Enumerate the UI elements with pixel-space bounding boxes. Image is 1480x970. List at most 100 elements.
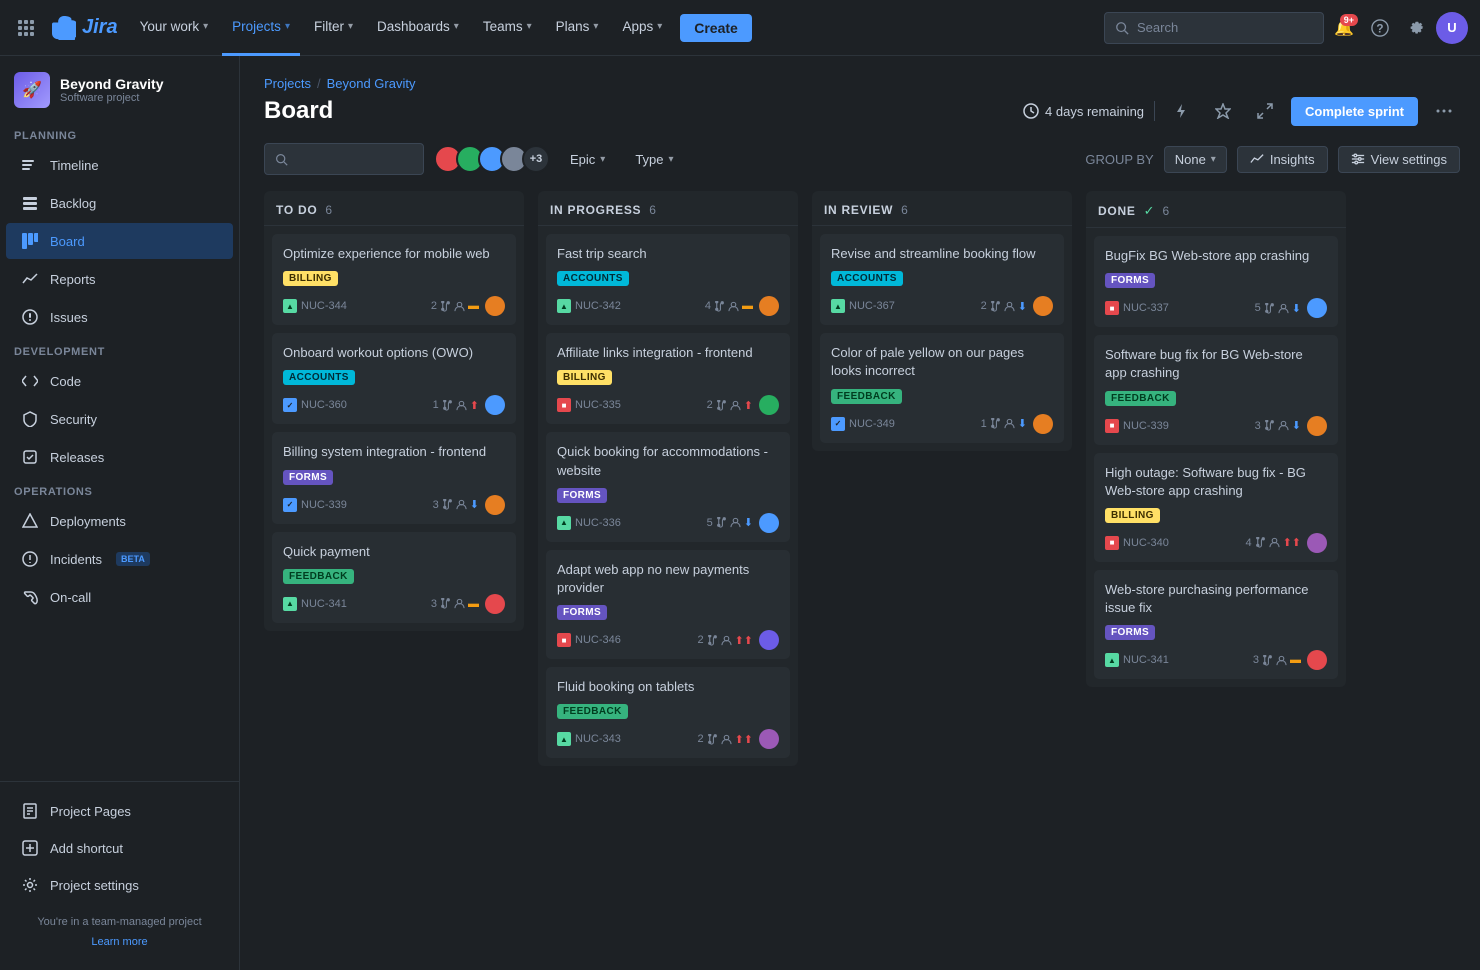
issues-icon xyxy=(20,307,40,327)
card-type-icon: ■ xyxy=(1105,419,1119,433)
sidebar-item-timeline[interactable]: Timeline xyxy=(6,147,233,183)
column-header-inreview: IN REVIEW 6 xyxy=(812,191,1072,226)
settings-icon[interactable] xyxy=(1400,12,1432,44)
table-row[interactable]: Web-store purchasing performance issue f… xyxy=(1094,570,1338,679)
card-tag: BILLING xyxy=(557,370,612,385)
branch-icon xyxy=(716,400,727,411)
sidebar-item-addshortcut[interactable]: Add shortcut xyxy=(6,830,233,866)
column-count: 6 xyxy=(901,203,908,217)
column-todo: TO DO 6 Optimize experience for mobile w… xyxy=(264,191,524,631)
sidebar-item-incidents[interactable]: Incidents BETA xyxy=(6,541,233,577)
nav-apps[interactable]: Apps ▾ xyxy=(612,0,672,56)
type-filter[interactable]: Type ▾ xyxy=(625,147,683,172)
card-tag: FEEDBACK xyxy=(557,704,628,719)
sidebar-item-code[interactable]: Code xyxy=(6,363,233,399)
card-count: 2 xyxy=(431,300,437,312)
security-icon xyxy=(20,409,40,429)
insights-icon xyxy=(1250,152,1264,166)
board-search-input[interactable] xyxy=(294,152,394,167)
nav-teams[interactable]: Teams ▾ xyxy=(473,0,542,56)
board-search[interactable] xyxy=(264,143,424,175)
table-row[interactable]: Quick booking for accommodations - websi… xyxy=(546,432,790,541)
table-row[interactable]: Revise and streamline booking flow ACCOU… xyxy=(820,234,1064,325)
column-title: TO DO xyxy=(276,203,317,217)
sidebar-item-reports[interactable]: Reports xyxy=(6,261,233,297)
sidebar-item-releases[interactable]: Releases xyxy=(6,439,233,475)
table-row[interactable]: BugFix BG Web-store app crashing FORMS ■… xyxy=(1094,236,1338,327)
card-id: NUC-342 xyxy=(575,300,621,312)
sidebar: 🚀 Beyond Gravity Software project PLANNI… xyxy=(0,56,240,970)
sidebar-item-issues[interactable]: Issues xyxy=(6,299,233,335)
table-row[interactable]: Quick payment FEEDBACK ▲ NUC-341 3 ▬ xyxy=(272,532,516,623)
card-tag: FORMS xyxy=(557,605,607,620)
table-row[interactable]: Billing system integration - frontend FO… xyxy=(272,432,516,523)
nav-projects[interactable]: Projects ▾ xyxy=(222,0,300,56)
table-row[interactable]: Software bug fix for BG Web-store app cr… xyxy=(1094,335,1338,444)
card-count: 3 xyxy=(431,598,437,610)
sidebar-item-backlog[interactable]: Backlog xyxy=(6,185,233,221)
done-check-icon: ✓ xyxy=(1144,203,1155,219)
create-button[interactable]: Create xyxy=(680,14,752,42)
branch-icon xyxy=(716,517,727,528)
table-row[interactable]: Color of pale yellow on our pages looks … xyxy=(820,333,1064,442)
sidebar-item-board[interactable]: Board xyxy=(6,223,233,259)
toolbar: +3 Epic ▾ Type ▾ GROUP BY None ▾ Insight… xyxy=(264,143,1460,175)
star-button[interactable] xyxy=(1207,95,1239,127)
table-row[interactable]: Fast trip search ACCOUNTS ▲ NUC-342 4 ▬ xyxy=(546,234,790,325)
card-tag: FORMS xyxy=(1105,625,1155,640)
user-avatar[interactable]: U xyxy=(1436,12,1468,44)
nav-plans[interactable]: Plans ▾ xyxy=(546,0,609,56)
fullscreen-button[interactable] xyxy=(1249,95,1281,127)
card-tag: FEEDBACK xyxy=(831,389,902,404)
card-type-icon: ■ xyxy=(1105,301,1119,315)
group-by-select[interactable]: None ▾ xyxy=(1164,146,1227,173)
table-row[interactable]: Onboard workout options (OWO) ACCOUNTS ✓… xyxy=(272,333,516,424)
nav-filter[interactable]: Filter ▾ xyxy=(304,0,363,56)
insights-button[interactable]: Insights xyxy=(1237,146,1328,173)
nav-yourwork[interactable]: Your work ▾ xyxy=(130,0,219,56)
branch-icon xyxy=(1255,537,1266,548)
more-options-button[interactable] xyxy=(1428,95,1460,127)
sidebar-footer: Project Pages Add shortcut Project setti… xyxy=(0,781,239,970)
jira-logo[interactable]: Jira xyxy=(52,16,118,40)
card-footer: ■ NUC-340 4 ⬆⬆ xyxy=(1105,533,1327,553)
table-row[interactable]: Fluid booking on tablets FEEDBACK ▲ NUC-… xyxy=(546,667,790,758)
card-type-icon: ▲ xyxy=(557,516,571,530)
sidebar-item-oncall[interactable]: On-call xyxy=(6,579,233,615)
sidebar-item-projectpages[interactable]: Project Pages xyxy=(6,793,233,829)
sidebar-item-security[interactable]: Security xyxy=(6,401,233,437)
person-icon xyxy=(1276,655,1287,666)
card-type-icon: ▲ xyxy=(831,299,845,313)
avatar xyxy=(485,495,505,515)
card-meta: 3 ▬ xyxy=(431,598,479,610)
footer-link[interactable]: Learn more xyxy=(91,936,147,948)
table-row[interactable]: Optimize experience for mobile web BILLI… xyxy=(272,234,516,325)
complete-sprint-button[interactable]: Complete sprint xyxy=(1291,97,1418,126)
notifications-icon[interactable]: 🔔 9+ xyxy=(1328,12,1360,44)
lightning-button[interactable] xyxy=(1165,95,1197,127)
grid-icon[interactable] xyxy=(12,14,40,42)
help-icon[interactable]: ? xyxy=(1364,12,1396,44)
table-row[interactable]: Adapt web app no new payments provider F… xyxy=(546,550,790,659)
search-box[interactable] xyxy=(1104,12,1324,44)
breadcrumb-projects[interactable]: Projects xyxy=(264,76,311,91)
table-row[interactable]: High outage: Software bug fix - BG Web-s… xyxy=(1094,453,1338,562)
search-input[interactable] xyxy=(1137,20,1287,35)
table-row[interactable]: Affiliate links integration - frontend B… xyxy=(546,333,790,424)
sidebar-item-projectsettings[interactable]: Project settings xyxy=(6,867,233,903)
person-icon xyxy=(730,400,741,411)
avatar-extra[interactable]: +3 xyxy=(522,145,550,173)
chevron-down-icon: ▾ xyxy=(203,21,208,32)
card-footer: ✓ NUC-349 1 ⬇ xyxy=(831,414,1053,434)
breadcrumb-project[interactable]: Beyond Gravity xyxy=(327,76,416,91)
avatar xyxy=(485,395,505,415)
card-meta: 2 ⬇ xyxy=(981,300,1027,313)
epic-filter[interactable]: Epic ▾ xyxy=(560,147,615,172)
project-header[interactable]: 🚀 Beyond Gravity Software project xyxy=(0,56,239,120)
card-count: 1 xyxy=(981,418,987,430)
view-settings-button[interactable]: View settings xyxy=(1338,146,1460,173)
card-type-icon: ✓ xyxy=(283,498,297,512)
logo-text: Jira xyxy=(82,16,118,39)
sidebar-item-deployments[interactable]: Deployments xyxy=(6,503,233,539)
nav-dashboards[interactable]: Dashboards ▾ xyxy=(367,0,469,56)
